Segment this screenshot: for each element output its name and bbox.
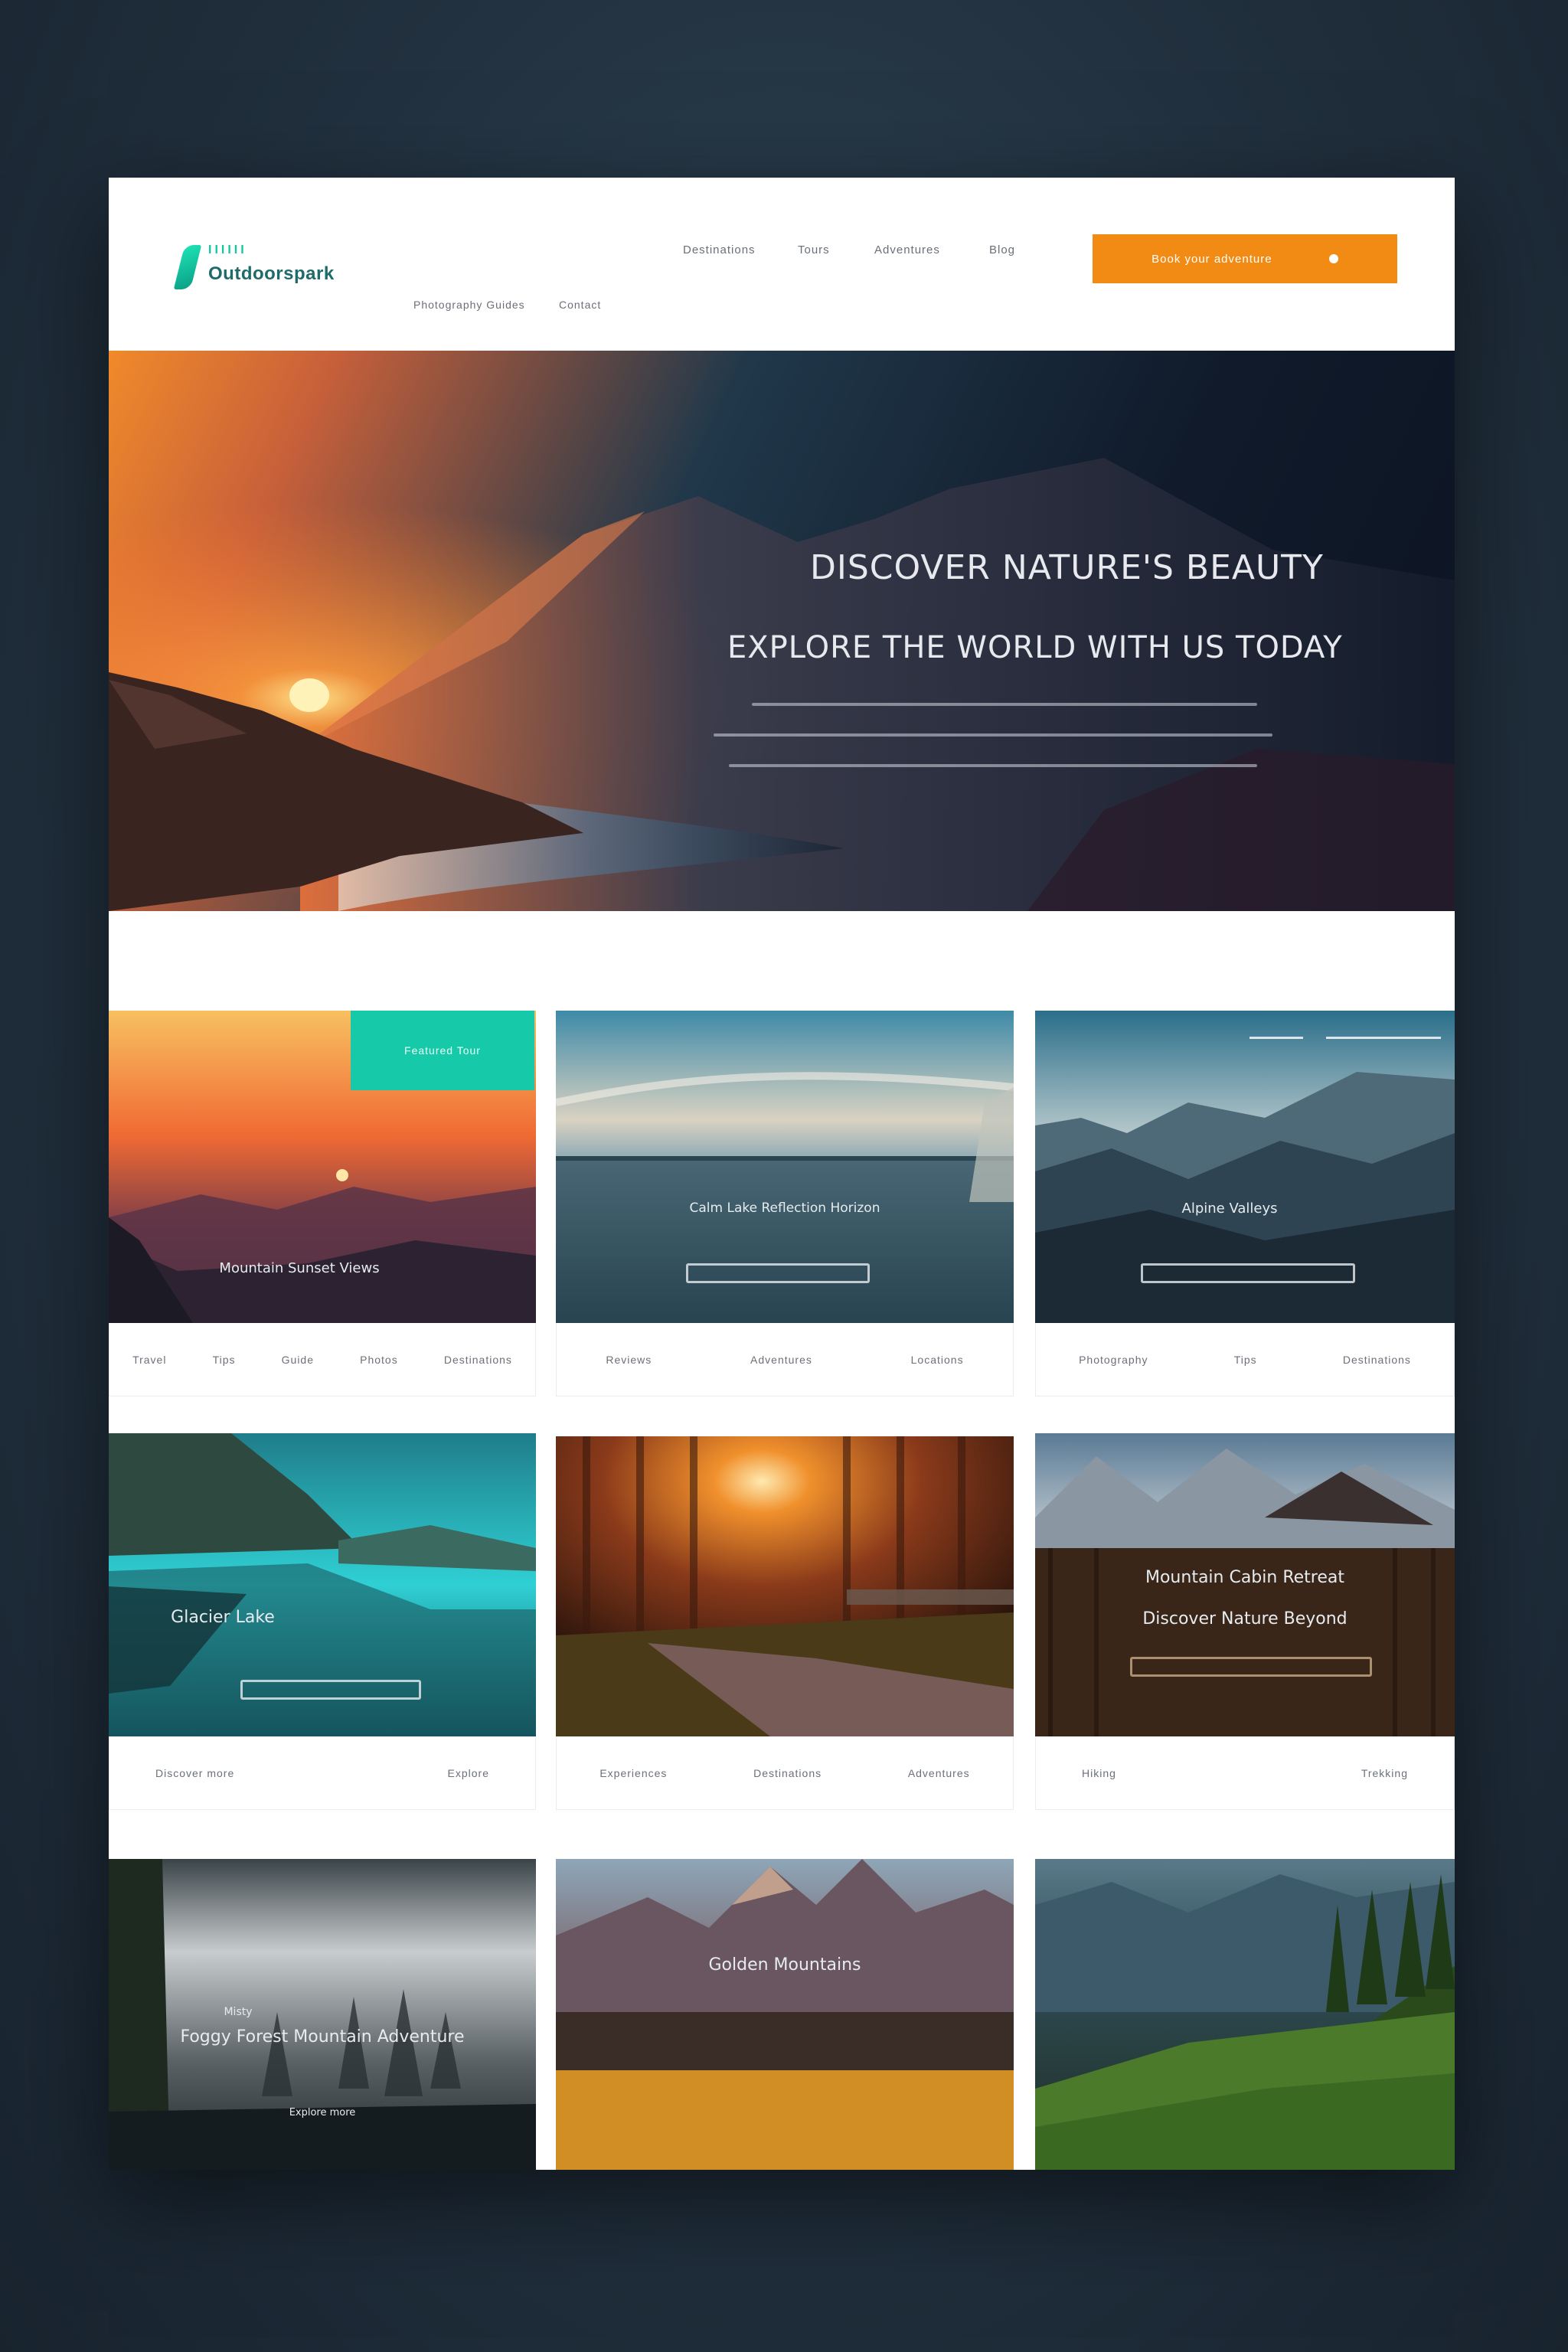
nav-item-tours[interactable]: Tours — [798, 243, 830, 256]
hero-banner: DISCOVER NATURE'S BEAUTY EXPLORE THE WOR… — [109, 351, 1455, 911]
hero-text-line — [714, 733, 1272, 737]
site-header: IIIIII Outdoorspark Destinations Tours A… — [109, 178, 1455, 351]
hero-title-line1: DISCOVER NATURE'S BEAUTY — [810, 548, 1324, 587]
meta-tag[interactable]: Explore — [448, 1767, 489, 1779]
meta-tag[interactable]: Adventures — [750, 1354, 812, 1366]
nav-item-destinations[interactable]: Destinations — [683, 243, 756, 256]
card-forest-sunrise[interactable]: Experiences Destinations Adventures — [556, 1436, 1014, 1816]
card-green-hills[interactable] — [1035, 1859, 1455, 2170]
golden-mountains-image — [556, 1859, 1014, 2170]
card-image: Alpine Valleys — [1035, 1011, 1455, 1323]
logo-leaf-icon — [173, 245, 202, 289]
forest-image — [556, 1436, 1014, 1736]
card-mountain-sunset[interactable]: Mountain Sunset Views Featured Tour Trav… — [109, 1011, 536, 1436]
card-button-outline[interactable] — [686, 1263, 870, 1283]
meta-tag[interactable]: Guide — [282, 1354, 314, 1366]
card-image — [556, 1436, 1014, 1736]
card-meta-bar: Reviews Adventures Locations — [556, 1323, 1014, 1396]
featured-badge[interactable]: Featured Tour — [351, 1011, 534, 1090]
meta-tag[interactable]: Travel — [132, 1354, 166, 1366]
secondary-nav: Photography Guides Contact — [413, 299, 643, 317]
card-meta-bar: Travel Tips Guide Photos Destinations — [109, 1323, 536, 1396]
meta-tag[interactable]: Discover more — [155, 1767, 234, 1779]
card-alpine-valleys[interactable]: Alpine Valleys Photography Tips Destinat… — [1035, 1011, 1455, 1436]
card-image: Mountain Sunset Views Featured Tour — [109, 1011, 536, 1323]
card-top-lines — [1250, 1029, 1441, 1043]
card-meta-bar: Experiences Destinations Adventures — [556, 1736, 1014, 1810]
card-meta-bar: Hiking Trekking — [1035, 1736, 1455, 1810]
meta-tag[interactable]: Reviews — [606, 1354, 652, 1366]
destinations-gallery: Mountain Sunset Views Featured Tour Trav… — [109, 911, 1455, 2170]
green-hills-image — [1035, 1859, 1455, 2170]
nav-item-contact[interactable]: Contact — [559, 299, 601, 311]
meta-tag[interactable]: Hiking — [1082, 1767, 1116, 1779]
meta-tag[interactable]: Tips — [213, 1354, 236, 1366]
meta-tag[interactable]: Destinations — [444, 1354, 512, 1366]
card-button-outline[interactable] — [1130, 1657, 1372, 1677]
card-foggy-forest[interactable]: Misty Foggy Forest Mountain Adventure Ex… — [109, 1859, 536, 2170]
card-caption-line2: Discover Nature Beyond — [1142, 1609, 1348, 1628]
card-golden-mountains[interactable]: Golden Mountains — [556, 1859, 1014, 2170]
card-caption: Foggy Forest Mountain Adventure — [180, 2027, 465, 2047]
site-logo[interactable]: IIIIII Outdoorspark — [173, 240, 348, 294]
meta-tag[interactable]: Photography — [1079, 1354, 1148, 1366]
logo-tagline: IIIIII — [208, 243, 247, 256]
main-nav: Destinations Tours Adventures Blog — [683, 243, 1081, 266]
meta-tag[interactable]: Photos — [360, 1354, 398, 1366]
card-caption: Glacier Lake — [171, 1608, 275, 1627]
card-caption: Mountain Cabin Retreat — [1145, 1568, 1344, 1587]
nav-item-adventures[interactable]: Adventures — [874, 243, 940, 256]
card-image — [1035, 1859, 1455, 2170]
book-adventure-button[interactable]: Book your adventure — [1093, 234, 1397, 283]
logo-wordmark: Outdoorspark — [208, 263, 335, 284]
card-caption-top: Misty — [224, 2006, 253, 2018]
card-caption: Mountain Sunset Views — [219, 1260, 380, 1276]
hero-text-line — [752, 703, 1257, 706]
card-meta-bar: Photography Tips Destinations — [1035, 1323, 1455, 1396]
meta-tag[interactable]: Trekking — [1361, 1767, 1408, 1779]
card-image: Mountain Cabin Retreat Discover Nature B… — [1035, 1433, 1455, 1736]
book-adventure-label: Book your adventure — [1152, 252, 1272, 266]
meta-tag[interactable]: Destinations — [753, 1767, 822, 1779]
hero-text-line — [729, 764, 1257, 767]
card-button-outline[interactable] — [240, 1680, 421, 1700]
meta-tag[interactable]: Experiences — [599, 1767, 667, 1779]
card-caption: Golden Mountains — [708, 1955, 861, 1975]
card-image: Calm Lake Reflection Horizon — [556, 1011, 1014, 1323]
card-image: Misty Foggy Forest Mountain Adventure Ex… — [109, 1859, 536, 2170]
nav-item-blog[interactable]: Blog — [989, 243, 1015, 256]
nav-item-guides[interactable]: Photography Guides — [413, 299, 525, 311]
card-image: Golden Mountains — [556, 1859, 1014, 2170]
hero-subtitle-lines — [714, 703, 1403, 795]
dot-icon — [1328, 254, 1338, 263]
card-caption: Calm Lake Reflection Horizon — [689, 1200, 880, 1216]
card-caption: Alpine Valleys — [1181, 1200, 1278, 1217]
card-mountain-cabin[interactable]: Mountain Cabin Retreat Discover Nature B… — [1035, 1433, 1455, 1816]
card-glacier-lake[interactable]: Glacier Lake Discover more Explore — [109, 1433, 536, 1816]
card-calm-lake[interactable]: Calm Lake Reflection Horizon Reviews Adv… — [556, 1011, 1014, 1436]
meta-tag[interactable]: Adventures — [908, 1767, 970, 1779]
card-button-outline[interactable] — [1141, 1263, 1355, 1283]
meta-tag[interactable]: Tips — [1234, 1354, 1257, 1366]
card-meta-bar: Discover more Explore — [109, 1736, 536, 1810]
meta-tag[interactable]: Destinations — [1343, 1354, 1411, 1366]
card-caption-sub: Explore more — [289, 2107, 356, 2118]
meta-tag[interactable]: Locations — [911, 1354, 964, 1366]
hero-title-line2: EXPLORE THE WORLD WITH US TODAY — [727, 630, 1343, 665]
card-image: Glacier Lake — [109, 1433, 536, 1736]
web-page-mockup: IIIIII Outdoorspark Destinations Tours A… — [109, 178, 1455, 2170]
